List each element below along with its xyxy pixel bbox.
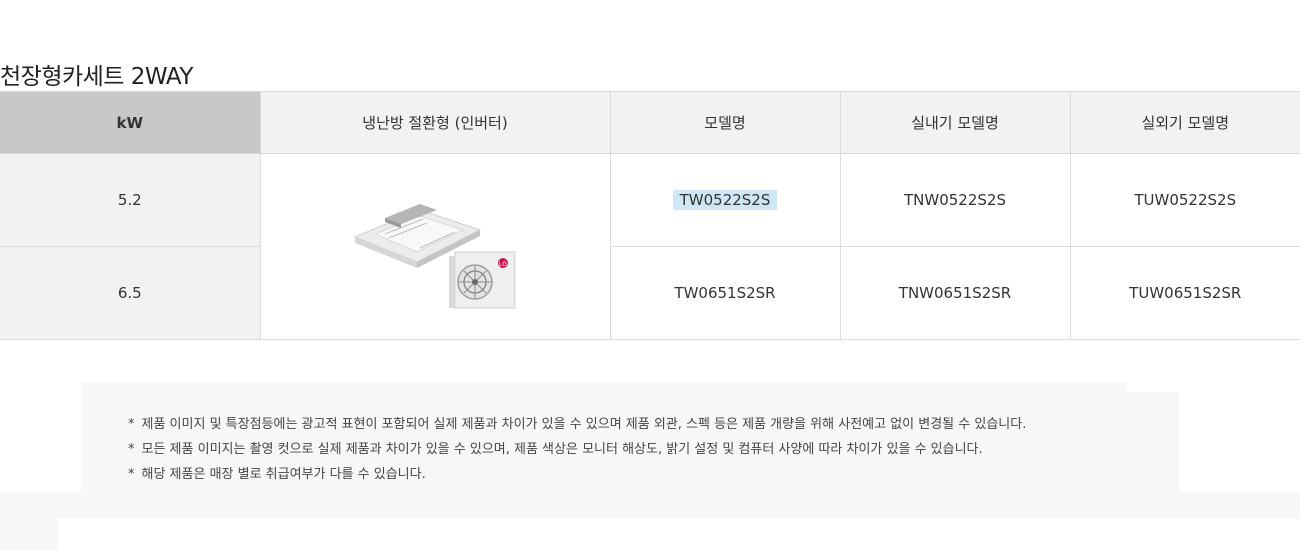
product-image: LG — [353, 203, 516, 308]
notice-item: * 모든 제품 이미지는 촬영 컷으로 실제 제품과 차이가 있을 수 있으며, … — [128, 442, 983, 457]
notice-background-bottom — [0, 518, 1300, 550]
notice-item: * 제품 이미지 및 특장점등에는 광고적 표현이 포함되어 실제 제품과 차이가… — [128, 417, 1027, 432]
header-kw: kW — [0, 91, 260, 154]
lg-logo-text: LG — [499, 262, 507, 268]
model-name-highlighted[interactable]: TW0522S2S — [672, 190, 778, 210]
header-type: 냉난방 절환형 (인버터) — [259, 91, 610, 154]
bullet: * — [128, 467, 135, 482]
bullet: * — [128, 417, 135, 432]
model-cell[interactable]: TW0651S2SR — [609, 246, 840, 340]
header-model: 모델명 — [609, 91, 840, 154]
indoor-model-cell: TNW0651S2SR — [839, 246, 1070, 340]
notice-box: * 제품 이미지 및 특장점등에는 광고적 표현이 포함되어 실제 제품과 차이가… — [81, 382, 1127, 506]
table-row: 5.2 LG TW0522S2S TNW0522S2S TUW0522S2S — [0, 153, 1300, 340]
model-cell[interactable]: TW0522S2S — [609, 153, 840, 247]
bullet: * — [128, 442, 135, 457]
notice-list: * 제품 이미지 및 특장점등에는 광고적 표현이 포함되어 실제 제품과 차이가… — [128, 412, 1026, 487]
outdoor-model-cell: TUW0651S2SR — [1069, 246, 1300, 340]
kw-cell: 5.2 — [0, 153, 260, 247]
table-row: 6.5 TW0651S2SR TNW0651S2SR TUW0651S2SR — [0, 246, 1300, 340]
notice-item: * 해당 제품은 매장 별로 취급여부가 다를 수 있습니다. — [128, 467, 426, 482]
header-indoor-model: 실내기 모델명 — [839, 91, 1070, 154]
table-header-row: kW 냉난방 절환형 (인버터) 모델명 실내기 모델명 실외기 모델명 — [0, 91, 1300, 154]
spec-table: kW 냉난방 절환형 (인버터) 모델명 실내기 모델명 실외기 모델명 5.2 — [0, 91, 1300, 340]
indoor-model-cell: TNW0522S2S — [839, 153, 1070, 247]
kw-cell: 6.5 — [0, 246, 260, 340]
header-outdoor-model: 실외기 모델명 — [1069, 91, 1300, 154]
page-title: 천장형카세트 2WAY — [0, 64, 193, 91]
product-image-cell: LG — [259, 153, 610, 340]
outdoor-model-cell: TUW0522S2S — [1069, 153, 1300, 247]
